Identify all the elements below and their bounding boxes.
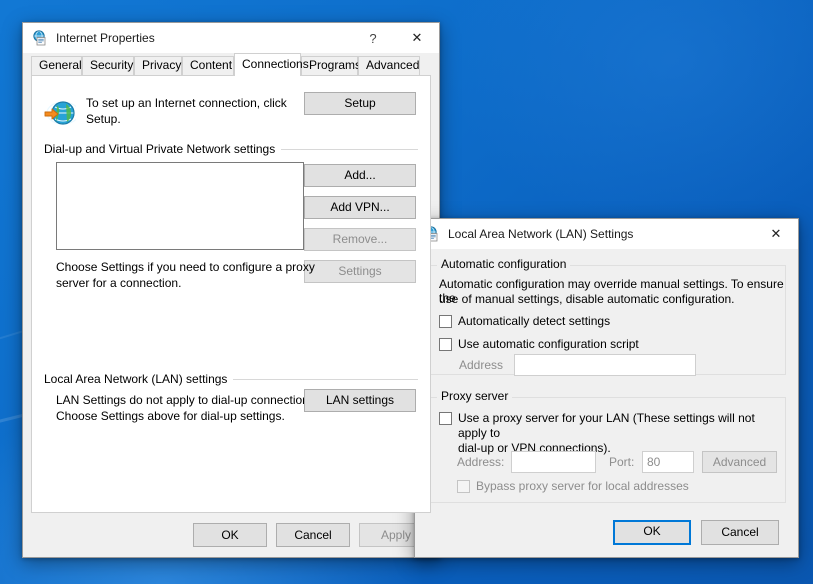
internet-properties-dialog: Internet Properties ? ✕ General Security… [22,22,440,558]
lan-settings-footer: OK Cancel [415,511,798,557]
internet-properties-title: Internet Properties [56,31,155,45]
dialup-connections-list[interactable] [56,162,304,250]
lan-note-line2: Choose Settings above for dial-up settin… [56,409,285,423]
use-automatic-configuration-script-checkbox[interactable] [439,338,452,351]
advanced-button: Advanced [702,451,777,473]
automatic-configuration-label: Automatic configuration [437,257,570,271]
proxy-server-group: Proxy server Use a proxy server for your… [429,397,786,503]
use-proxy-server-checkbox-row[interactable]: Use a proxy server for your LAN (These s… [439,411,777,456]
wallpaper-glow-right [447,0,813,234]
internet-properties-tabstrip: General Security Privacy Content Connect… [23,53,439,75]
dialup-section-header: Dial-up and Virtual Private Network sett… [44,142,418,156]
lan-settings-title: Local Area Network (LAN) Settings [448,227,633,241]
use-automatic-configuration-script-label: Use automatic configuration script [458,337,639,352]
lan-settings-titlebar: Local Area Network (LAN) Settings ✕ [415,219,798,249]
remove-button: Remove... [304,228,416,251]
lan-note-line1: LAN Settings do not apply to dial-up con… [56,393,318,407]
ok-button[interactable]: OK [193,523,267,547]
add-button[interactable]: Add... [304,164,416,187]
setup-button[interactable]: Setup [304,92,416,115]
dialup-note-line1: Choose Settings if you need to configure… [56,260,315,274]
bypass-proxy-checkbox [457,480,470,493]
lan-settings-dialog: Local Area Network (LAN) Settings ✕ Auto… [414,218,799,558]
proxy-port-input [642,451,694,473]
tab-content[interactable]: Content [182,56,234,75]
automatic-configuration-description-line2: use of manual settings, disable automati… [439,292,735,306]
close-icon[interactable]: ✕ [395,23,439,53]
internet-properties-icon [32,30,48,46]
globe-arrow-icon [44,98,76,130]
auto-detect-settings-label: Automatically detect settings [458,314,610,329]
setup-description-line1: To set up an Internet connection, click [86,96,287,110]
internet-properties-footer: OK Cancel Apply [23,513,439,557]
lan-settings-titlebar-buttons: ✕ [754,219,798,249]
dialup-note-line2: server for a connection. [56,276,181,290]
add-vpn-button[interactable]: Add VPN... [304,196,416,219]
bypass-proxy-label: Bypass proxy server for local addresses [476,479,689,494]
lan-settings-body: Automatic configuration Automatic config… [415,249,798,511]
proxy-address-input [511,451,596,473]
proxy-port-label: Port: [609,455,634,469]
auto-detect-settings-checkbox-row[interactable]: Automatically detect settings [439,314,610,329]
internet-properties-titlebar-buttons: ? ✕ [351,23,439,53]
tab-programs[interactable]: Programs [301,56,358,75]
lan-ok-button[interactable]: OK [613,520,691,545]
tab-connections[interactable]: Connections [234,53,301,76]
lan-settings-button[interactable]: LAN settings [304,389,416,412]
close-icon[interactable]: ✕ [754,219,798,249]
tab-privacy[interactable]: Privacy [134,56,182,75]
use-automatic-configuration-script-checkbox-row[interactable]: Use automatic configuration script [439,337,639,352]
tab-security[interactable]: Security [82,56,134,75]
use-proxy-server-label-line1: Use a proxy server for your LAN (These s… [458,411,777,441]
script-address-input [514,354,696,376]
lan-section-header-label: Local Area Network (LAN) settings [44,372,227,386]
use-proxy-server-checkbox[interactable] [439,412,452,425]
lan-cancel-button[interactable]: Cancel [701,520,779,545]
setup-description-line2: Setup. [86,112,121,126]
lan-section-header: Local Area Network (LAN) settings [44,372,418,386]
connections-tab-page: To set up an Internet connection, click … [31,75,431,513]
tab-general[interactable]: General [31,56,82,75]
automatic-configuration-group: Automatic configuration Automatic config… [429,265,786,375]
bypass-proxy-checkbox-row: Bypass proxy server for local addresses [457,479,689,494]
dialup-section-header-label: Dial-up and Virtual Private Network sett… [44,142,275,156]
script-address-label: Address [459,358,503,372]
proxy-server-label: Proxy server [437,389,512,403]
help-button[interactable]: ? [351,23,395,53]
cancel-button[interactable]: Cancel [276,523,350,547]
tab-advanced[interactable]: Advanced [358,56,420,75]
dialup-section-rule [281,149,418,150]
lan-section-rule [233,379,418,380]
internet-properties-titlebar: Internet Properties ? ✕ [23,23,439,53]
proxy-address-label: Address: [457,455,504,469]
settings-button: Settings [304,260,416,283]
auto-detect-settings-checkbox[interactable] [439,315,452,328]
